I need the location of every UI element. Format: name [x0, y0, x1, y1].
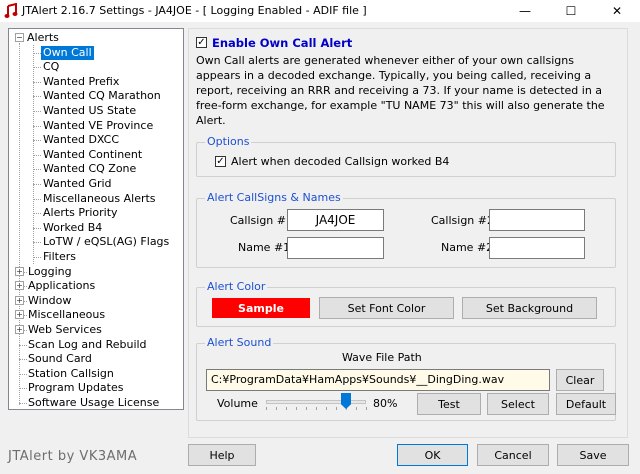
tree-item-alert[interactable]: Worked B4 [43, 221, 102, 235]
tree-item-alert[interactable]: Wanted Prefix [43, 75, 119, 89]
enable-own-call-label[interactable]: Enable Own Call Alert [212, 36, 352, 50]
tree-item[interactable]: Station Callsign [28, 367, 114, 381]
tree-item-alert[interactable]: Wanted DXCC [43, 133, 119, 147]
name1-input[interactable] [287, 237, 384, 259]
description-text: Own Call alerts are generated whenever e… [196, 54, 605, 127]
set-font-color-button[interactable]: Set Font Color [319, 297, 454, 319]
tree-item[interactable]: Sound Card [28, 352, 92, 366]
callsign1-input[interactable]: JA4JOE [287, 209, 384, 231]
callsign2-label: Callsign #2 [431, 214, 494, 227]
wave-file-path-input[interactable]: C:¥ProgramData¥HamApps¥Sounds¥__DingDing… [206, 369, 550, 391]
tree-item-alert[interactable]: Filters [43, 250, 76, 264]
tree-item[interactable]: Applications [28, 279, 95, 293]
alert-color-group-title: Alert Color [205, 280, 268, 293]
clear-button[interactable]: Clear [556, 369, 604, 391]
minimize-button[interactable]: — [502, 0, 548, 22]
tree-item[interactable]: Scan Log and Rebuild [28, 338, 147, 352]
tree-item-alert[interactable]: Wanted Continent [43, 148, 142, 162]
alert-sound-group-title: Alert Sound [205, 336, 274, 349]
cancel-button[interactable]: Cancel [477, 444, 549, 466]
name2-label: Name #2 [441, 241, 494, 254]
tree-item-alert[interactable]: Wanted VE Province [43, 119, 153, 133]
select-button[interactable]: Select [487, 393, 549, 415]
options-group-title: Options [205, 135, 252, 148]
expand-icon[interactable]: + [15, 325, 24, 334]
title-bar[interactable]: JTAlert 2.16.7 Settings - JA4JOE - [ Log… [0, 0, 640, 22]
ok-button[interactable]: OK [397, 444, 468, 466]
tree-item-alert[interactable]: Wanted CQ Zone [43, 162, 136, 176]
tree-item[interactable]: Program Updates [28, 381, 123, 395]
tree-item-alerts[interactable]: Alerts [27, 31, 59, 45]
tree-item-alert[interactable]: Alerts Priority [43, 206, 118, 220]
color-sample: Sample [212, 298, 310, 318]
tree-item-alert[interactable]: Wanted Grid [43, 177, 112, 191]
tree-item[interactable]: Software Usage License [28, 396, 159, 409]
tree-item[interactable]: Logging [28, 265, 72, 279]
tree-item-alert[interactable]: Miscellaneous Alerts [43, 192, 156, 206]
worked-b4-checkbox[interactable]: ✓ [215, 156, 226, 167]
tree-item[interactable]: Miscellaneous [28, 308, 105, 322]
window-title: JTAlert 2.16.7 Settings - JA4JOE - [ Log… [22, 4, 367, 17]
test-button[interactable]: Test [417, 393, 481, 415]
volume-label: Volume [217, 397, 258, 410]
worked-b4-label[interactable]: Alert when decoded Callsign worked B4 [231, 155, 449, 168]
expand-icon[interactable]: + [15, 310, 24, 320]
expand-icon[interactable]: + [15, 295, 24, 305]
name2-input[interactable] [489, 237, 585, 259]
expand-icon[interactable]: + [15, 266, 24, 276]
callsign2-input[interactable] [489, 209, 585, 231]
tree-item-alert[interactable]: Wanted US State [43, 104, 136, 118]
tree-item[interactable]: Web Services [28, 323, 102, 337]
volume-value: 80% [373, 397, 398, 410]
collapse-icon[interactable]: − [15, 33, 24, 42]
settings-tree[interactable]: − Alerts Own Call CQ Wanted Prefix Wanted C… [8, 28, 184, 410]
volume-slider-track[interactable] [266, 400, 366, 404]
close-button[interactable]: ✕ [594, 0, 640, 22]
tree-item-alert[interactable]: LoTW / eQSL(AG) Flags [43, 235, 169, 249]
tree-item-alert[interactable]: Own Call [41, 45, 94, 60]
tree-item-alert[interactable]: Wanted CQ Marathon [43, 89, 161, 103]
volume-slider-ticks [266, 407, 367, 411]
enable-own-call-checkbox[interactable]: ✓ [196, 37, 207, 48]
callsigns-group-title: Alert CallSigns & Names [205, 191, 343, 204]
brand-label: JTAlert by VK3AMA [8, 449, 138, 464]
tree-item-alert[interactable]: CQ [43, 60, 59, 74]
maximize-button[interactable]: ☐ [548, 0, 594, 22]
expand-icon[interactable]: + [15, 281, 24, 291]
wave-file-path-label: Wave File Path [342, 351, 422, 364]
callsign1-label: Callsign #1 [230, 214, 293, 227]
help-button[interactable]: Help [188, 444, 256, 466]
music-note-icon [4, 3, 18, 18]
save-button[interactable]: Save [557, 444, 629, 466]
tree-item[interactable]: Window [28, 294, 71, 308]
set-background-button[interactable]: Set Background [462, 297, 597, 319]
default-button[interactable]: Default [556, 393, 616, 415]
name1-label: Name #1 [238, 241, 291, 254]
